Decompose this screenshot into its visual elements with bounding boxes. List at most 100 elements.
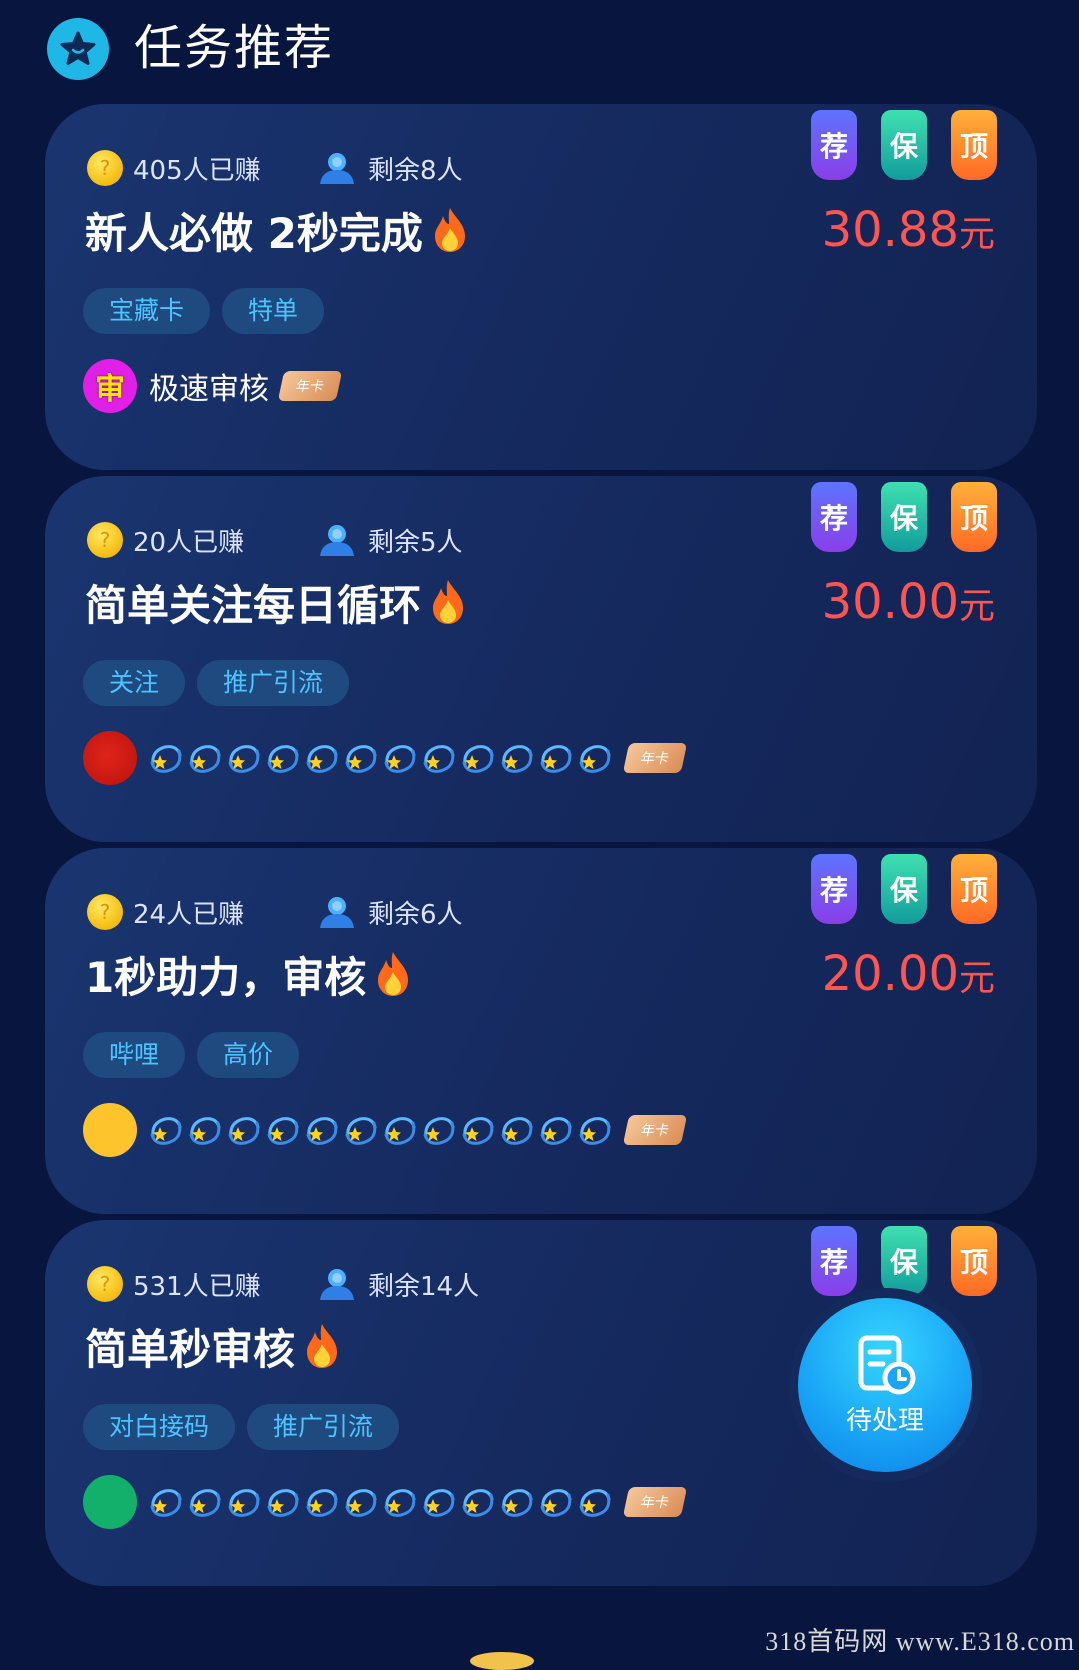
sparkle-star-icon (459, 1113, 497, 1147)
sparkle-star-icon (186, 1485, 224, 1519)
sparkle-star-icon (420, 741, 458, 775)
sparkle-star-icon (225, 1113, 263, 1147)
top-badge: 顶 (951, 1226, 997, 1296)
avatar (83, 1475, 137, 1529)
tag: 宝藏卡 (83, 288, 211, 334)
section-header: 任务推荐 (0, 0, 1079, 100)
remaining-count: 剩余5人 (368, 527, 463, 558)
publisher-row: 年卡 (83, 1102, 688, 1158)
coin-icon: ? (87, 1266, 123, 1302)
task-card[interactable]: 荐 保 顶 ? 405人已赚 剩余8人 新人必做 2秒完成 30.88 元 宝藏… (45, 104, 1037, 470)
sparkle-star-icon (264, 1113, 302, 1147)
guarantee-badge: 保 (881, 1226, 927, 1296)
sparkle-star-icon (342, 741, 380, 775)
coin-icon: ? (87, 894, 123, 930)
sparkle-star-icon (147, 741, 185, 775)
badge-group: 荐 保 顶 (811, 482, 997, 552)
task-price: 20.00 元 (822, 946, 995, 1006)
sparkle-star-icon (498, 741, 536, 775)
star-face-icon (47, 18, 109, 80)
sparkle-star-icon (381, 1113, 419, 1147)
people-icon (320, 153, 354, 184)
tag-list: 宝藏卡 特单 (83, 288, 325, 334)
guarantee-badge: 保 (881, 482, 927, 552)
fire-icon (434, 208, 465, 252)
sparkle-star-icon (264, 1485, 302, 1519)
fire-icon (378, 952, 409, 996)
star-decoration (147, 741, 614, 775)
star-decoration (147, 1113, 614, 1147)
decorative-dot (470, 1652, 534, 1670)
people-icon (320, 897, 354, 928)
sparkle-star-icon (576, 741, 614, 775)
task-title-row: 简单关注每日循环 (85, 572, 467, 632)
task-card[interactable]: 荐 保 顶 ? 20人已赚 剩余5人 简单关注每日循环 30.00 元 关注 推… (45, 476, 1037, 842)
publisher-row: 年卡 (83, 1474, 688, 1530)
top-badge: 顶 (951, 110, 997, 180)
recommend-badge: 荐 (811, 482, 857, 552)
earned-count: 24人已赚 (133, 899, 245, 930)
price-value: 30.88 (821, 202, 959, 258)
price-value: 30.00 (821, 574, 959, 630)
sparkle-star-icon (225, 741, 263, 775)
pending-button-label: 待处理 (845, 1405, 924, 1436)
sparkle-star-icon (498, 1485, 536, 1519)
badge-group: 荐 保 顶 (811, 1226, 997, 1296)
recommend-badge: 荐 (811, 854, 857, 924)
sparkle-star-icon (342, 1485, 380, 1519)
watermark: 318首码网 www.E318.com (765, 1627, 1075, 1656)
guarantee-badge: 保 (881, 854, 927, 924)
task-stats: ? 531人已赚 剩余14人 (87, 1264, 479, 1304)
sparkle-star-icon (420, 1485, 458, 1519)
top-badge: 顶 (951, 854, 997, 924)
avatar: 审 (83, 359, 137, 413)
fire-icon (433, 580, 464, 624)
task-stats: ? 24人已赚 剩余6人 (87, 892, 463, 932)
sparkle-star-icon (147, 1113, 185, 1147)
sparkle-star-icon (576, 1485, 614, 1519)
task-title: 简单秒审核 (85, 1324, 296, 1374)
badge-group: 荐 保 顶 (811, 110, 997, 180)
sparkle-star-icon (186, 741, 224, 775)
tag-list: 关注 推广引流 (83, 660, 350, 706)
publisher-row: 审 极速审核 年卡 (83, 358, 343, 414)
sparkle-star-icon (381, 741, 419, 775)
recommend-badge: 荐 (811, 1226, 857, 1296)
task-card[interactable]: 荐 保 顶 ? 24人已赚 剩余6人 1秒助力，审核 20.00 元 哔哩 高价… (45, 848, 1037, 1214)
task-title: 1秒助力，审核 (85, 952, 367, 1002)
sparkle-star-icon (303, 1113, 341, 1147)
tag-list: 对白接码 推广引流 (83, 1404, 400, 1450)
task-title-row: 新人必做 2秒完成 (85, 200, 469, 260)
tag: 推广引流 (247, 1404, 400, 1450)
tag-list: 哔哩 高价 (83, 1032, 300, 1078)
task-stats: ? 20人已赚 剩余5人 (87, 520, 463, 560)
publisher-row: 年卡 (83, 730, 688, 786)
sparkle-star-icon (420, 1113, 458, 1147)
sparkle-star-icon (459, 741, 497, 775)
tag: 特单 (222, 288, 325, 334)
sparkle-star-icon (381, 1485, 419, 1519)
tag: 推广引流 (197, 660, 350, 706)
badge-group: 荐 保 顶 (811, 854, 997, 924)
sparkle-star-icon (264, 741, 302, 775)
year-card-badge: 年卡 (277, 371, 343, 401)
task-title: 新人必做 2秒完成 (85, 208, 423, 258)
sparkle-star-icon (459, 1485, 497, 1519)
star-decoration (147, 1485, 614, 1519)
price-value: 20.00 (821, 946, 959, 1002)
year-card-badge: 年卡 (622, 1487, 688, 1517)
year-card-badge: 年卡 (622, 1115, 688, 1145)
tag: 哔哩 (83, 1032, 186, 1078)
sparkle-star-icon (225, 1485, 263, 1519)
pending-button[interactable]: 待处理 (798, 1298, 972, 1472)
sparkle-star-icon (537, 1485, 575, 1519)
remaining-count: 剩余14人 (368, 1271, 480, 1302)
sparkle-star-icon (303, 741, 341, 775)
people-icon (320, 525, 354, 556)
guarantee-badge: 保 (881, 110, 927, 180)
task-title-row: 1秒助力，审核 (85, 944, 412, 1004)
price-unit: 元 (958, 958, 995, 999)
year-card-badge: 年卡 (622, 743, 688, 773)
avatar (83, 1103, 137, 1157)
publisher-name: 极速审核 (149, 372, 269, 407)
